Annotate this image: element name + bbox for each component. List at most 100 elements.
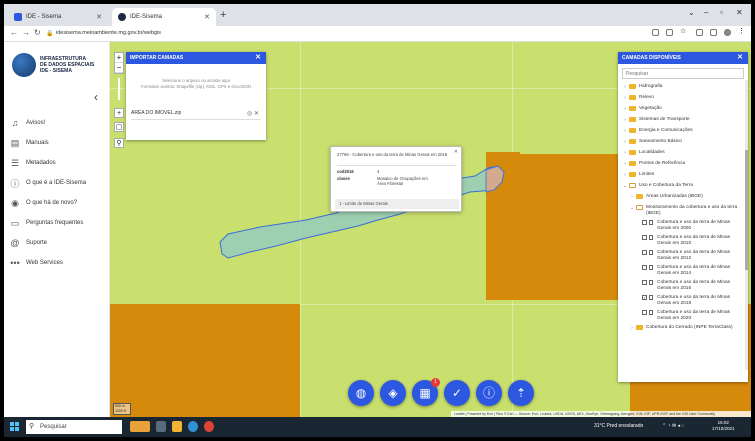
close-icon[interactable]: ✕ <box>454 149 458 155</box>
chevron-right-icon[interactable]: › <box>622 161 628 167</box>
chrome-icon[interactable] <box>204 421 214 432</box>
browser-tab[interactable]: IDE - Sisema ✕ <box>8 8 108 26</box>
layer-item[interactable]: Cobertura e uso da terra de Minas Gerais… <box>618 280 748 291</box>
info-button[interactable]: ⓘ <box>476 380 502 406</box>
edge-icon[interactable] <box>188 421 198 432</box>
layer-group[interactable]: › Relevo <box>618 95 748 101</box>
chevron-right-icon[interactable]: › <box>622 172 628 178</box>
chevron-right-icon[interactable]: › <box>622 84 628 90</box>
analysis-button[interactable]: ✓ <box>444 380 470 406</box>
weather-widget[interactable]: 31°C Pred ensolarado <box>594 423 643 429</box>
layer-info-icon[interactable] <box>649 265 653 270</box>
layer-info-icon[interactable] <box>649 295 653 300</box>
layer-checkbox[interactable] <box>642 310 647 315</box>
reload-icon[interactable]: ↻ <box>34 28 41 37</box>
chevron-down-icon[interactable]: ⌄ <box>688 8 695 17</box>
layer-checkbox[interactable] <box>642 280 647 285</box>
sidebar-item-novidades[interactable]: ◉ O que há de novo? <box>10 196 77 210</box>
close-tab-icon[interactable]: ✕ <box>204 13 210 21</box>
layer-group[interactable]: › Saneamento Básico <box>618 139 748 145</box>
basemap-button[interactable]: ◍ <box>348 380 374 406</box>
fullscreen-icon[interactable]: ▢ <box>114 122 124 132</box>
legend-button[interactable]: ▦ 1 <box>412 378 440 406</box>
layer-group[interactable]: › Energia e Comunicações <box>618 128 748 134</box>
minimize-icon[interactable]: – <box>704 8 708 17</box>
layer-group[interactable]: › Cobertura do Cerrado (INPE TerraClass) <box>618 325 748 331</box>
layer-info-icon[interactable] <box>649 235 653 240</box>
close-window-icon[interactable]: ✕ <box>736 8 743 17</box>
layer-group[interactable]: › Hidrografia <box>618 84 748 90</box>
layer-checkbox[interactable] <box>642 265 647 270</box>
popup-footer[interactable]: 1 - Limite de Minas Gerais <box>335 199 459 209</box>
chevron-down-icon[interactable]: ⌄ <box>622 183 628 189</box>
layer-checkbox[interactable]: ✓ <box>642 295 647 300</box>
visibility-icon[interactable]: ◎ <box>247 111 252 117</box>
chevron-right-icon[interactable]: › <box>622 95 628 101</box>
system-tray-icons[interactable]: ⌃ ◔ ✉ ◂ ◌ <box>662 423 684 429</box>
dropzone[interactable]: Selecione o arquivo ou arraste aqui Form… <box>126 78 266 90</box>
chevron-down-icon[interactable]: ⌄ <box>629 205 635 211</box>
logo[interactable]: INFRAESTRUTURA DE DADOS ESPACIAIS IDE - … <box>12 48 98 82</box>
zoom-in-button[interactable]: + <box>115 53 123 63</box>
new-tab-icon[interactable]: + <box>220 9 226 21</box>
chevron-right-icon[interactable]: › <box>622 150 628 156</box>
sidebar-item-suporte[interactable]: @ Suporte <box>10 236 47 250</box>
layer-group[interactable]: ⌄ Uso e Cobertura da Terra <box>618 183 748 189</box>
layer-checkbox[interactable] <box>642 250 647 255</box>
layer-info-icon[interactable] <box>649 220 653 225</box>
news-widget-icon[interactable] <box>130 421 150 432</box>
extension-icon[interactable] <box>652 29 659 36</box>
map-canvas[interactable]: + − + ▢ ⚲ IMPORTAR CAMADAS ✕ Selecione o… <box>110 42 751 417</box>
taskbar-search[interactable]: ⚲ Pesquisar <box>26 420 122 434</box>
close-icon[interactable]: ✕ <box>255 52 261 64</box>
browser-tab-active[interactable]: IDE-Sisema ✕ <box>112 8 216 26</box>
sidebar-item-o-que-e[interactable]: ⓘ O que é a IDE-Sisema <box>10 176 86 190</box>
zoom-slider[interactable] <box>118 78 120 100</box>
layer-item[interactable]: Cobertura e uso da terra de Minas Gerais… <box>618 265 748 276</box>
layer-info-icon[interactable] <box>649 310 653 315</box>
layer-group[interactable]: › Áreas Urbanizadas (IBGE) <box>618 194 748 200</box>
menu-icon[interactable]: ⋮ <box>738 27 745 35</box>
sidebar-item-manuais[interactable]: ▤ Manuais <box>10 136 49 150</box>
url-field[interactable]: idesisema.meioambiente.mg.gov.br/webgis <box>56 30 161 36</box>
task-view-icon[interactable] <box>156 421 166 432</box>
layer-item[interactable]: Cobertura e uso da terra de Minas Gerais… <box>618 250 748 261</box>
back-icon[interactable]: ← <box>10 28 18 37</box>
layer-group[interactable]: › Limites <box>618 172 748 178</box>
download-icon[interactable] <box>696 29 703 36</box>
search-icon[interactable]: ⚲ <box>114 138 124 148</box>
chevron-right-icon[interactable]: › <box>622 128 628 134</box>
close-tab-icon[interactable]: ✕ <box>96 13 102 21</box>
layer-group[interactable]: › Vegetação <box>618 106 748 112</box>
layer-group[interactable]: › Localidades <box>618 150 748 156</box>
layer-info-icon[interactable] <box>649 280 653 285</box>
upload-button[interactable]: ⇡ <box>508 380 534 406</box>
maximize-icon[interactable]: ▫ <box>720 8 723 17</box>
chevron-right-icon[interactable]: › <box>629 325 635 331</box>
layer-item[interactable]: Cobertura e uso da terra de Minas Gerais… <box>618 220 748 231</box>
profile-icon[interactable] <box>724 29 731 36</box>
share-icon[interactable] <box>666 29 673 36</box>
zoom-out-button[interactable]: − <box>115 63 123 73</box>
star-icon[interactable]: ☆ <box>680 27 687 35</box>
layer-info-icon[interactable] <box>649 250 653 255</box>
forward-icon[interactable]: → <box>22 28 30 37</box>
sidebar-item-avisos[interactable]: ♫ Avisos! <box>10 116 46 130</box>
layer-checkbox[interactable] <box>642 235 647 240</box>
layer-group[interactable]: › Sistemas de Transporte <box>618 117 748 123</box>
layer-item[interactable]: Cobertura e uso da terra de Minas Gerais… <box>618 310 748 321</box>
zoom-in-button[interactable]: + <box>114 108 124 118</box>
layers-button[interactable]: ◈ <box>380 380 406 406</box>
remove-file-icon[interactable]: ✕ <box>254 111 259 117</box>
sidebar-item-metadados[interactable]: ☰ Metadados <box>10 156 56 170</box>
tabs-icon[interactable] <box>710 29 717 36</box>
sidebar-item-perguntas[interactable]: ▭ Perguntas frequentes <box>10 216 84 230</box>
chevron-right-icon[interactable]: › <box>622 139 628 145</box>
chevron-right-icon[interactable]: › <box>622 117 628 123</box>
windows-start-icon[interactable] <box>10 422 19 431</box>
clock[interactable]: 16:02 17/10/2021 <box>712 420 735 432</box>
sidebar-item-web-services[interactable]: ••• Web Services <box>10 256 63 270</box>
layer-item[interactable]: ✓ Cobertura e uso da terra de Minas Gerai… <box>618 295 748 306</box>
layer-group[interactable]: ⌄ Monitoramento da cobertura e uso da ter… <box>618 205 748 216</box>
close-icon[interactable]: ✕ <box>737 52 743 64</box>
